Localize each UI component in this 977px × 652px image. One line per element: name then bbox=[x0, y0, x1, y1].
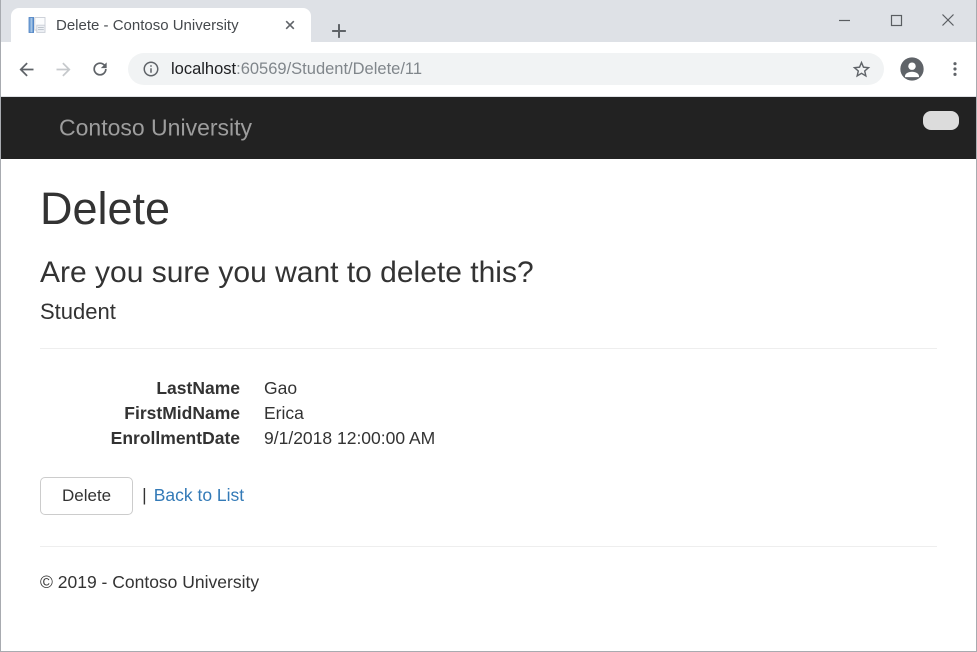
tab-title: Delete - Contoso University bbox=[56, 17, 281, 34]
copyright-text: © 2019 - Contoso University bbox=[40, 572, 937, 593]
titlebar: Delete - Contoso University bbox=[1, 0, 976, 42]
forward-button[interactable] bbox=[46, 52, 80, 86]
delete-confirmation-heading: Are you sure you want to delete this? bbox=[40, 256, 937, 289]
field-label-lastname: LastName bbox=[40, 376, 240, 401]
address-bar[interactable]: localhost:60569/Student/Delete/11 bbox=[128, 53, 884, 85]
navbar-toggle-button[interactable] bbox=[923, 111, 959, 130]
bookmark-star-button[interactable] bbox=[848, 56, 874, 82]
kebab-menu-icon bbox=[945, 59, 965, 79]
navbar-brand-link[interactable]: Contoso University bbox=[59, 115, 252, 142]
url-host: localhost bbox=[171, 60, 236, 78]
field-value-firstmidname: Erica bbox=[264, 401, 937, 426]
browser-menu-button[interactable] bbox=[942, 53, 968, 85]
star-icon bbox=[851, 59, 872, 80]
student-details-list: LastName Gao FirstMidName Erica Enrollme… bbox=[40, 376, 937, 451]
close-window-button[interactable] bbox=[922, 0, 974, 40]
maximize-button[interactable] bbox=[870, 0, 922, 40]
page-footer: © 2019 - Contoso University bbox=[40, 572, 937, 593]
detail-row: FirstMidName Erica bbox=[40, 401, 937, 426]
action-separator: | bbox=[142, 485, 147, 506]
detail-row: LastName Gao bbox=[40, 376, 937, 401]
url-path: :60569/Student/Delete/11 bbox=[236, 60, 422, 78]
plus-icon bbox=[328, 20, 350, 42]
delete-button[interactable]: Delete bbox=[40, 477, 133, 515]
field-value-lastname: Gao bbox=[264, 376, 937, 401]
close-icon bbox=[282, 17, 298, 33]
back-icon bbox=[16, 59, 37, 80]
reload-button[interactable] bbox=[83, 52, 117, 86]
footer-divider bbox=[40, 546, 937, 547]
divider bbox=[40, 348, 937, 349]
field-label-enrollmentdate: EnrollmentDate bbox=[40, 426, 240, 451]
minimize-button[interactable] bbox=[818, 0, 870, 40]
browser-window: Delete - Contoso University bbox=[0, 0, 977, 652]
site-navbar: Contoso University bbox=[1, 97, 976, 159]
new-tab-button[interactable] bbox=[325, 17, 353, 45]
reload-icon bbox=[90, 59, 110, 79]
field-value-enrollmentdate: 9/1/2018 12:00:00 AM bbox=[264, 426, 937, 451]
entity-name: Student bbox=[40, 300, 937, 324]
page-title: Delete bbox=[40, 184, 937, 234]
back-button[interactable] bbox=[9, 52, 43, 86]
detail-row: EnrollmentDate 9/1/2018 12:00:00 AM bbox=[40, 426, 937, 451]
minimize-icon bbox=[838, 14, 851, 27]
back-to-list-link[interactable]: Back to List bbox=[154, 485, 244, 506]
maximize-icon bbox=[890, 14, 903, 27]
page-content: Delete Are you sure you want to delete t… bbox=[1, 184, 976, 593]
forward-icon bbox=[53, 59, 74, 80]
tab-close-button[interactable] bbox=[281, 16, 299, 34]
avatar-icon bbox=[898, 55, 926, 83]
page-info-icon[interactable] bbox=[138, 56, 164, 82]
profile-avatar-button[interactable] bbox=[896, 53, 928, 85]
form-actions: Delete | Back to List bbox=[40, 477, 937, 515]
url-text: localhost:60569/Student/Delete/11 bbox=[171, 60, 848, 79]
browser-tab[interactable]: Delete - Contoso University bbox=[11, 8, 311, 42]
field-label-firstmidname: FirstMidName bbox=[40, 401, 240, 426]
browser-toolbar: localhost:60569/Student/Delete/11 bbox=[1, 42, 976, 97]
window-controls bbox=[818, 0, 974, 40]
site-favicon-icon bbox=[28, 16, 46, 34]
close-window-icon bbox=[941, 13, 955, 27]
